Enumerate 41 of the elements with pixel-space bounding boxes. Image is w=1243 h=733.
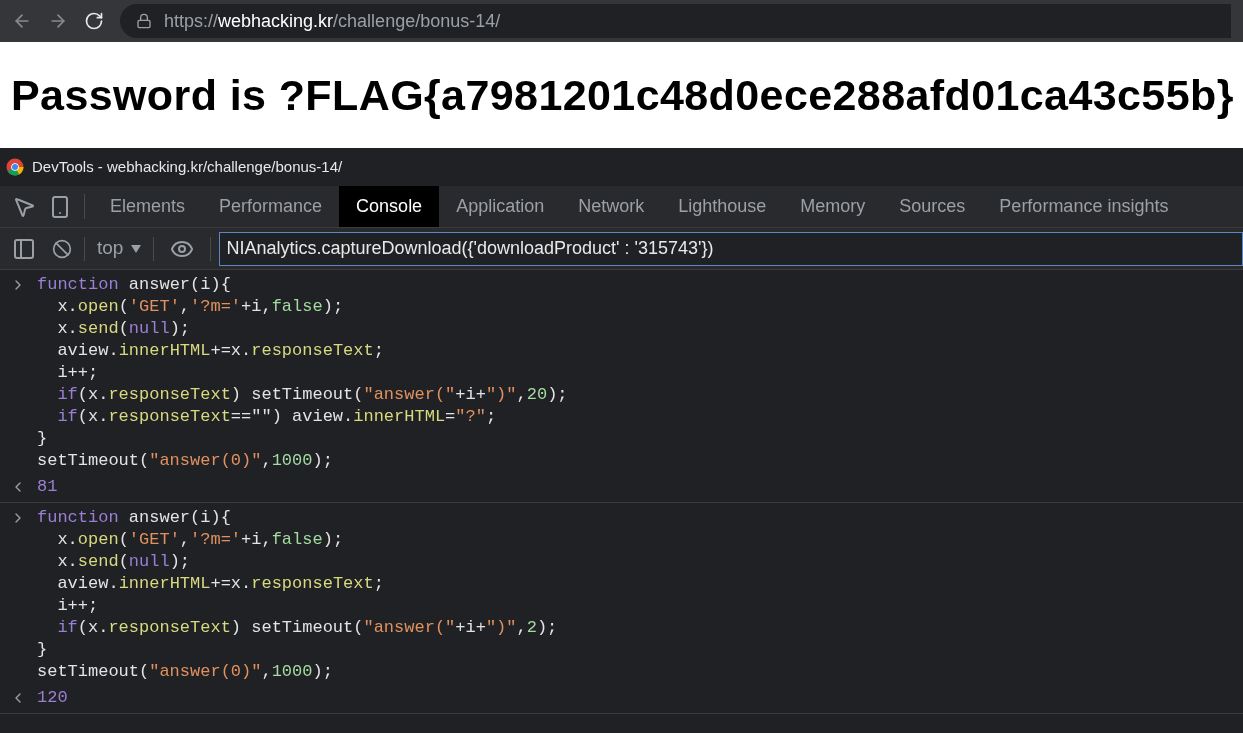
reload-icon[interactable] (84, 11, 104, 31)
code-line: if(x.responseText) setTimeout("answer("+i+")",20); (56, 384, 568, 406)
context-dropdown[interactable]: top (85, 234, 154, 263)
devtools-tab[interactable]: Elements (93, 186, 203, 227)
devtools-tab[interactable]: Network (561, 186, 662, 227)
code-line: x.open('GET','?m='+i,false); (56, 529, 345, 551)
code-line: if(x.responseText=="") aview.innerHTML="?"; (56, 406, 498, 428)
code-line: setTimeout("answer(0)",1000); (37, 661, 334, 683)
address-bar[interactable]: https://webhacking.kr/challenge/bonus-14/ (120, 4, 1231, 38)
code-line: function answer(i){ (37, 274, 232, 296)
code-line: } (37, 428, 49, 450)
caret-icon (131, 244, 142, 253)
filter-field[interactable]: NIAnalytics.captureDownload({'downloadProduct' : '315743'}) (219, 231, 1243, 266)
devtools-tab[interactable]: Performance insights (982, 186, 1186, 227)
code-line: x.send(null); (56, 551, 192, 573)
devtools-tab[interactable]: Console (339, 186, 440, 227)
lock-icon (136, 13, 152, 29)
browser-logo-icon (6, 158, 24, 176)
code-line: x.open('GET','?m='+i,false); (56, 296, 345, 318)
devtools-tab[interactable]: Lighthouse (661, 186, 784, 227)
filter-value: NIAnalytics.captureDownload({'downloadProduct' : '315743'}) (226, 237, 714, 260)
code-line: if(x.responseText) setTimeout("answer("+i+")",2); (56, 617, 558, 639)
code-line: i++; (56, 595, 100, 617)
url-text: https://webhacking.kr/challenge/bonus-14/ (164, 9, 501, 33)
devtools-tab[interactable]: Sources (882, 186, 983, 227)
page-heading: Password is ?FLAG{a7981201c48d0ece288afd01ca43c55b} (11, 69, 1234, 121)
code-line: setTimeout("answer(0)",1000); (37, 450, 334, 472)
code-line: aview.innerHTML+=x.responseText; (56, 340, 385, 362)
code-line: i++; (56, 362, 100, 384)
devtools-tab[interactable]: Application (439, 186, 562, 227)
devtools-tab[interactable]: Memory (783, 186, 883, 227)
code-line: } (37, 639, 49, 661)
devtools-tab[interactable]: Performance (202, 186, 340, 227)
result-value: 81 (37, 476, 58, 499)
window-title: DevTools - webhacking.kr/challenge/bonus-14/ (32, 156, 343, 177)
sidebar-toggle-icon[interactable] (12, 236, 36, 261)
code-line: x.send(null); (56, 318, 192, 340)
code-line: aview.innerHTML+=x.responseText; (56, 573, 385, 595)
clear-console-icon[interactable] (52, 238, 72, 259)
code-line: function answer(i){ (37, 507, 232, 529)
result-value: 120 (37, 687, 68, 710)
